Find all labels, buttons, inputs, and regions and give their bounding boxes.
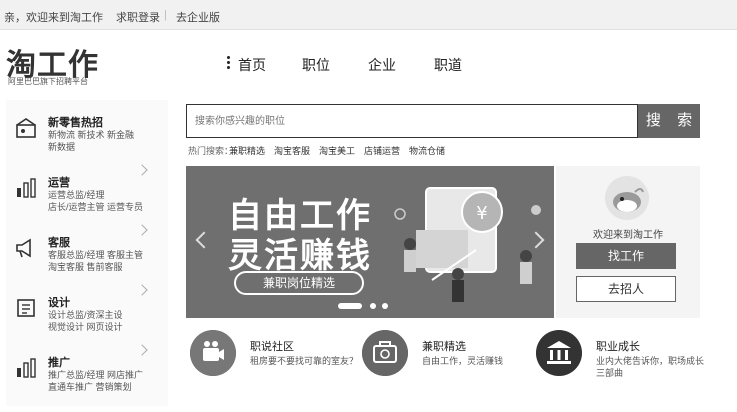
user-panel: 欢迎来到淘工作 找工作 去招人 [556,166,700,318]
search-input[interactable] [187,105,637,137]
chevron-right-icon [136,164,148,176]
pagination-dot[interactable] [382,303,388,309]
bank-icon [536,330,582,376]
topbar-separator: | [164,9,167,21]
nav-career-path[interactable]: 职道 [434,55,462,75]
chevron-right-icon [136,224,148,236]
hot-search-item[interactable]: 淘宝美工 [319,144,355,157]
category-promotion[interactable]: 推广 推广总监/经理 网店推广 直通车推广 营销策划 [6,344,168,404]
search-box [186,104,638,138]
feature-title: 职说社区 [250,341,294,353]
pagination-dot-active[interactable] [338,303,362,309]
nav-menu-icon [227,54,233,69]
chevron-right-icon [136,344,148,356]
briefcase-icon [362,330,408,376]
banner-pagination [338,302,398,310]
feature-title: 兼职精选 [422,341,466,353]
user-welcome-text: 欢迎来到淘工作 [593,230,663,241]
chevron-right-icon [136,284,148,296]
category-subitems[interactable]: 淘宝客服 售前客服 [48,260,123,273]
category-new-retail[interactable]: 新零售热招 新物流 新技术 新金融 新数据 [6,104,168,164]
hot-search-item[interactable]: 店铺运营 [364,144,400,157]
feature-career-growth[interactable]: 职业成长 业内大佬告诉你，职场成长 三部曲 [536,330,706,390]
category-subitems[interactable]: 直通车推广 营销策划 [48,380,132,393]
logo-subtitle: 阿里巴巴旗下招聘平台 [8,77,88,86]
feature-description: 自由工作，灵活赚钱 [422,356,504,366]
mascot-avatar-icon [605,176,649,220]
banner-illustration: ¥ [394,187,541,302]
hot-search-item[interactable]: 淘宝客服 [274,144,310,157]
recruit-button[interactable]: 去招人 [576,276,676,302]
chart-icon [17,358,36,378]
feature-community[interactable]: 职说社区 租房要不要找可靠的室友？ [190,330,358,390]
pagination-dot[interactable] [370,303,376,309]
svg-text:¥: ¥ [476,203,487,224]
video-icon [190,330,236,376]
banner-cta-button[interactable]: 兼职岗位精选 [234,271,364,295]
search-button[interactable]: 搜 索 [638,104,700,138]
category-customer-service[interactable]: 客服 客服总监/经理 客服主管 淘宝客服 售前客服 [6,224,168,284]
nav-home[interactable]: 首页 [238,55,266,75]
feature-title: 职业成长 [596,341,640,353]
category-operations[interactable]: 运营 运营总监/经理 店长/运营主管 运营专员 [6,164,168,224]
design-icon [17,299,35,317]
nav-companies[interactable]: 企业 [368,55,396,75]
feature-part-time[interactable]: 兼职精选 自由工作，灵活赚钱 [362,330,522,390]
megaphone-icon [16,238,31,258]
chart-icon [17,178,36,198]
feature-description: 租房要不要找可靠的室友？ [250,356,359,366]
new-hot-icon [16,118,36,138]
feature-description: 三部曲 [596,368,624,378]
job-login-link[interactable]: 求职登录 [116,9,160,25]
hot-search-item[interactable]: 物流仓储 [409,144,445,157]
banner-headline: 灵活赚钱 [228,237,372,275]
category-subitems[interactable]: 新数据 [48,140,75,153]
hot-search-label: 热门搜索： [188,146,234,156]
banner-prev-arrow[interactable] [195,231,213,249]
category-subitems[interactable]: 店长/运营主管 运营专员 [48,200,143,213]
category-design[interactable]: 设计 设计总监/资深主设 视觉设计 网页设计 [6,284,168,344]
find-job-button[interactable]: 找工作 [576,243,676,269]
welcome-text: 亲，欢迎来到淘工作 [4,12,103,24]
top-bar: 亲，欢迎来到淘工作 求职登录 | 去企业版 [0,0,737,30]
nav-jobs[interactable]: 职位 [302,55,330,75]
category-subitems[interactable]: 视觉设计 网页设计 [48,320,123,333]
hot-search-item[interactable]: 兼职精选 [229,144,265,157]
category-sidebar: 新零售热招 新物流 新技术 新金融 新数据 运营 运营总监/经理 店长/运营主管… [6,100,168,406]
enterprise-link[interactable]: 去企业版 [176,9,220,25]
promo-banner[interactable]: 自由工作 灵活赚钱 兼职岗位精选 ¥ [186,166,554,318]
